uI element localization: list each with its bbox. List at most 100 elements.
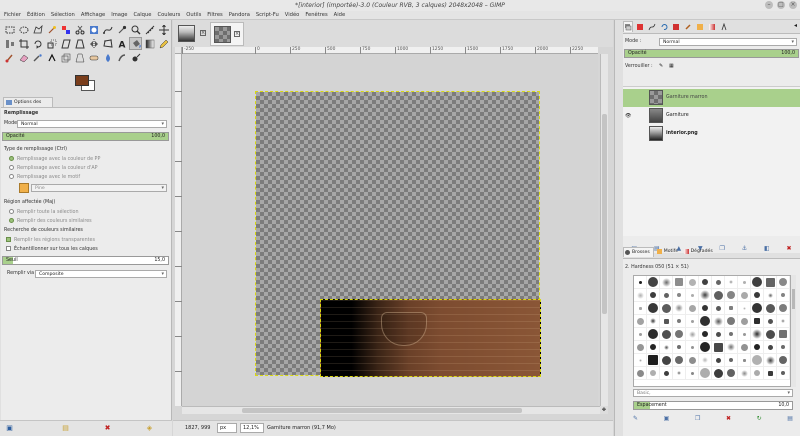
- vertical-scrollbar[interactable]: [600, 54, 608, 406]
- eye-icon[interactable]: 👁: [625, 113, 631, 119]
- brush-cell[interactable]: [764, 276, 777, 289]
- lock-pixels-icon[interactable]: ✎: [659, 63, 663, 69]
- brush-cell[interactable]: [725, 302, 738, 315]
- menu-image[interactable]: Image: [111, 11, 127, 19]
- tab-patterns[interactable]: [695, 21, 705, 32]
- horizontal-scrollbar[interactable]: [182, 406, 600, 414]
- brush-cell[interactable]: [751, 341, 764, 354]
- menu-script-fu[interactable]: Script-Fu: [256, 11, 279, 19]
- tool-rotate[interactable]: [31, 37, 44, 50]
- tool-bucket-fill[interactable]: [129, 37, 142, 50]
- close-tab-icon[interactable]: ×: [234, 31, 240, 37]
- scroll-thumb[interactable]: [792, 289, 795, 309]
- brush-cell[interactable]: [686, 328, 699, 341]
- tab-brushes-dock[interactable]: Brosses: [623, 247, 654, 257]
- menu-affichage[interactable]: Affichage: [81, 11, 105, 19]
- brush-cell[interactable]: [647, 341, 660, 354]
- brush-cell[interactable]: [712, 315, 725, 328]
- brush-cell[interactable]: [738, 328, 751, 341]
- menu-edition[interactable]: Édition: [27, 11, 45, 19]
- brush-cell[interactable]: [686, 315, 699, 328]
- brush-cell[interactable]: [660, 289, 673, 302]
- brush-cell[interactable]: [699, 328, 712, 341]
- brush-cell[interactable]: [634, 367, 647, 380]
- unit-selector[interactable]: px: [217, 423, 237, 433]
- tool-rect-select[interactable]: [3, 23, 16, 36]
- canvas-area[interactable]: [182, 54, 598, 406]
- ruler-corner[interactable]: [175, 47, 182, 54]
- restore-options-icon[interactable]: ▤: [62, 425, 69, 432]
- brush-cell[interactable]: [777, 289, 790, 302]
- brush-cell[interactable]: [647, 354, 660, 367]
- brush-cell[interactable]: [725, 289, 738, 302]
- brush-cell[interactable]: [699, 354, 712, 367]
- delete-layer-icon[interactable]: ✖: [786, 245, 791, 252]
- brush-cell[interactable]: [725, 367, 738, 380]
- save-options-icon[interactable]: ▣: [6, 425, 13, 432]
- brush-cell[interactable]: [751, 276, 764, 289]
- brush-cell[interactable]: [673, 302, 686, 315]
- tab-patterns-dock[interactable]: Motifs: [656, 247, 681, 257]
- layer-opacity-slider[interactable]: Opacité 100,0: [624, 49, 799, 58]
- brush-cell[interactable]: [738, 315, 751, 328]
- tool-text[interactable]: A: [115, 37, 128, 50]
- brush-cell[interactable]: [764, 328, 777, 341]
- menu-selection[interactable]: Sélection: [51, 11, 75, 19]
- brush-grid[interactable]: [633, 275, 791, 387]
- brush-cell[interactable]: [673, 367, 686, 380]
- tab-undo[interactable]: [659, 21, 669, 32]
- tab-brushes[interactable]: [683, 21, 693, 32]
- brush-cell[interactable]: [777, 354, 790, 367]
- brush-cell[interactable]: [764, 341, 777, 354]
- dock-menu-icon[interactable]: ◂: [794, 22, 797, 29]
- delete-options-icon[interactable]: ✖: [104, 425, 111, 432]
- brush-cell[interactable]: [673, 341, 686, 354]
- menu-calque[interactable]: Calque: [133, 11, 151, 19]
- tool-scissors-select[interactable]: [73, 23, 86, 36]
- opacity-slider[interactable]: Opacité 100,0: [2, 132, 169, 141]
- brush-cell[interactable]: [751, 367, 764, 380]
- brush-cell[interactable]: [660, 354, 673, 367]
- brush-cell[interactable]: [673, 289, 686, 302]
- brush-cell[interactable]: [647, 289, 660, 302]
- brush-cell[interactable]: [634, 276, 647, 289]
- tool-cage-transform[interactable]: [101, 37, 114, 50]
- tool-crop[interactable]: [17, 37, 30, 50]
- brush-cell[interactable]: [777, 367, 790, 380]
- image-canvas[interactable]: [255, 91, 541, 377]
- brush-cell[interactable]: [634, 302, 647, 315]
- tool-blend[interactable]: [143, 37, 156, 50]
- mode-combo[interactable]: Normal: [17, 120, 167, 128]
- brush-cell[interactable]: [777, 315, 790, 328]
- fill-similar-radio[interactable]: Remplir des couleurs similaires: [9, 218, 92, 224]
- brush-cell[interactable]: [725, 276, 738, 289]
- brush-cell[interactable]: [647, 367, 660, 380]
- duplicate-brush-icon[interactable]: ❐: [695, 415, 700, 425]
- brush-cell[interactable]: [738, 367, 751, 380]
- brush-cell[interactable]: [738, 276, 751, 289]
- brush-cell[interactable]: [712, 341, 725, 354]
- brush-cell[interactable]: [634, 354, 647, 367]
- tool-ellipse-select[interactable]: [17, 23, 30, 36]
- anchor-layer-icon[interactable]: ⚓: [742, 245, 747, 252]
- brush-cell[interactable]: [777, 302, 790, 315]
- brush-cell[interactable]: [764, 367, 777, 380]
- pattern-combo[interactable]: Pine: [31, 184, 167, 192]
- tool-free-select[interactable]: [31, 23, 44, 36]
- tool-perspective[interactable]: [73, 37, 86, 50]
- mask-layer-icon[interactable]: ◧: [764, 245, 770, 252]
- tab-layers[interactable]: [623, 21, 633, 32]
- brush-cell[interactable]: [751, 315, 764, 328]
- brush-cell[interactable]: [686, 276, 699, 289]
- tool-dodge-burn[interactable]: [129, 51, 142, 64]
- tool-foreground-select[interactable]: [87, 23, 100, 36]
- brush-cell[interactable]: [673, 315, 686, 328]
- layer-row-interior[interactable]: interior.png: [623, 125, 800, 143]
- brush-cell[interactable]: [712, 289, 725, 302]
- brush-cell[interactable]: [660, 315, 673, 328]
- tool-measure[interactable]: [143, 23, 156, 36]
- tool-color-picker[interactable]: [115, 23, 128, 36]
- brush-cell[interactable]: [712, 354, 725, 367]
- brush-cell[interactable]: [686, 302, 699, 315]
- tab-gradients-dock[interactable]: Dégradés: [683, 247, 716, 257]
